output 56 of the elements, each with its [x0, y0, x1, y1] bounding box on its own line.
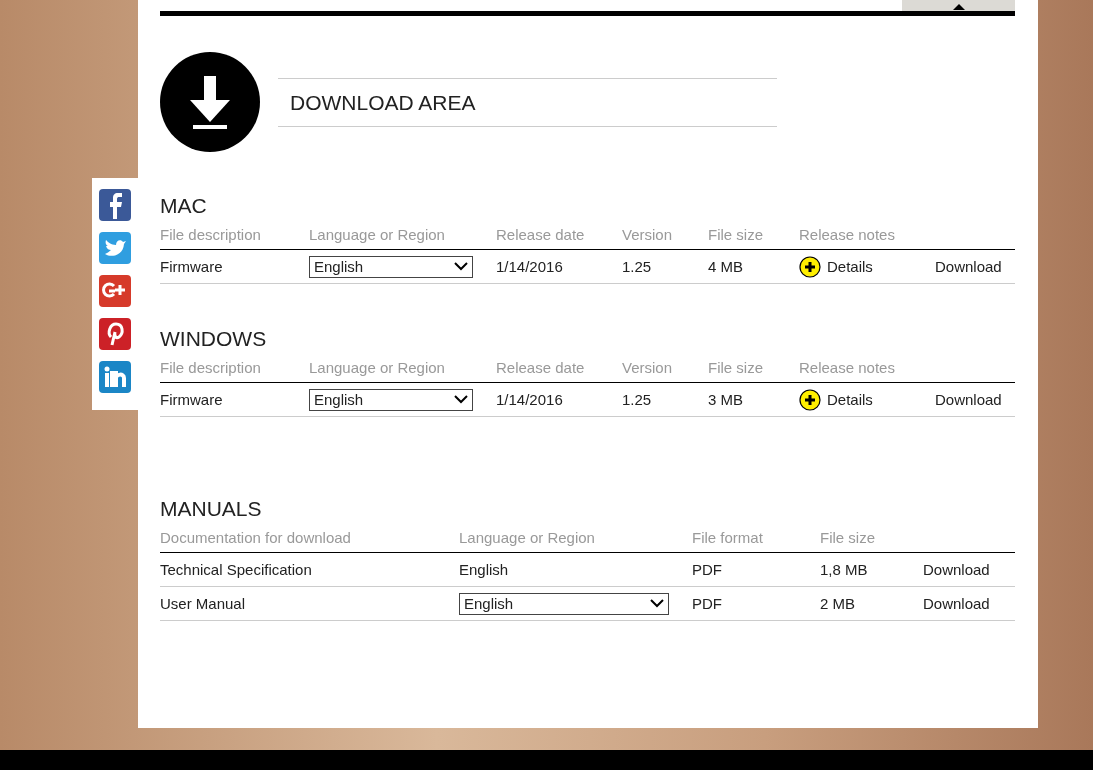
column-header: File format [692, 529, 764, 546]
column-header: File size [708, 359, 764, 376]
download-link[interactable]: Download [935, 391, 1015, 408]
column-header: Language or Region [309, 226, 446, 243]
table-cell-text: Firmware [160, 258, 224, 275]
table-cell-text: 1/14/2016 [496, 391, 564, 408]
table-cell-text: 1.25 [622, 391, 653, 408]
column-header: Language or Region [459, 529, 596, 546]
bird-icon[interactable] [99, 232, 131, 264]
details-link[interactable]: Details [827, 258, 873, 275]
chevron-icon [650, 599, 664, 608]
language-dropdown[interactable]: English [309, 255, 473, 278]
table-cell-text: 4 MB [708, 258, 744, 275]
section-title: DOWNLOAD AREA [278, 77, 777, 127]
table-cell-text: PDF [692, 595, 723, 612]
section-heading: MANUALS [160, 497, 263, 521]
download-icon [160, 52, 260, 152]
plus-icon [799, 255, 821, 278]
table-cell-text: 1.25 [622, 258, 653, 275]
column-header: Release notes [799, 359, 896, 376]
facebook-icon[interactable] [99, 189, 131, 221]
table-cell-text: 1,8 MB [820, 561, 869, 578]
download-link[interactable]: Download [935, 258, 1015, 275]
column-header: File description [160, 226, 262, 243]
table-cell-text: PDF [692, 561, 723, 578]
language-dropdown[interactable]: English [459, 592, 669, 615]
section-heading: WINDOWS [160, 327, 268, 351]
table-cell-text: User Manual [160, 595, 247, 612]
column-header: Version [622, 359, 674, 376]
chevron-icon [454, 395, 468, 404]
scroll-top-tab[interactable] [902, 0, 1015, 11]
plus-icon [799, 388, 821, 411]
google-plus-icon[interactable] [99, 275, 131, 307]
column-header: Language or Region [309, 359, 446, 376]
column-header: File size [820, 529, 876, 546]
download-link[interactable]: Download [923, 561, 1015, 578]
column-header: Release notes [799, 226, 896, 243]
language-dropdown[interactable]: English [309, 388, 473, 411]
table-cell-text: 1/14/2016 [496, 258, 564, 275]
column-header: Documentation for download [160, 529, 352, 546]
pinterest-icon[interactable] [99, 318, 131, 350]
download-link[interactable]: Download [923, 595, 1015, 612]
chevron-icon [454, 262, 468, 271]
table-cell-text: 3 MB [708, 391, 744, 408]
linkedin-icon[interactable] [99, 361, 131, 393]
column-header: File size [708, 226, 764, 243]
table-cell-text: Technical Specification [160, 561, 313, 578]
column-header: Release date [496, 226, 586, 243]
column-header: Version [622, 226, 674, 243]
section-heading: MAC [160, 194, 208, 218]
column-header: Release date [496, 359, 586, 376]
table-cell-text: Firmware [160, 391, 224, 408]
table-cell: English [459, 561, 509, 578]
column-header: File description [160, 359, 262, 376]
table-cell-text: 2 MB [820, 595, 856, 612]
details-link[interactable]: Details [827, 391, 873, 408]
